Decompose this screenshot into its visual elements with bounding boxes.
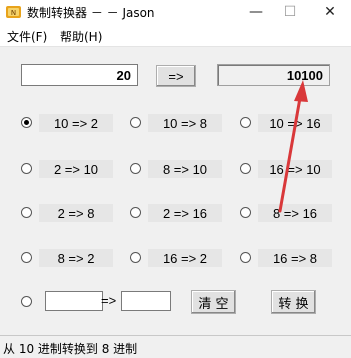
option-radio[interactable] — [130, 207, 141, 218]
option-label: 16 => 2 — [148, 249, 222, 267]
option-radio[interactable] — [240, 117, 251, 128]
option-label: 8 => 10 — [148, 160, 222, 178]
option-label: 10 => 8 — [148, 114, 222, 132]
option-radio[interactable] — [240, 207, 251, 218]
conversion-option[interactable]: 2 => 10 — [21, 158, 116, 180]
minimize-button[interactable]: — — [237, 0, 275, 24]
option-radio[interactable] — [130, 117, 141, 128]
option-label: 16 => 10 — [258, 160, 332, 178]
custom-arrow-label: => — [101, 293, 117, 308]
output-number-field: 10100 — [217, 64, 330, 86]
option-radio[interactable] — [21, 207, 32, 218]
convert-arrow-button[interactable]: => — [156, 65, 196, 87]
conversion-option[interactable]: 16 => 10 — [240, 158, 335, 180]
title-bar: N 数制转换器 － － Jason — ☐ ✕ — [0, 0, 351, 24]
custom-from-field[interactable] — [45, 291, 103, 311]
menu-help[interactable]: 帮助(H) — [60, 28, 102, 45]
maximize-icon: ☐ — [283, 4, 297, 20]
maximize-button[interactable]: ☐ — [271, 0, 309, 24]
option-label: 2 => 16 — [148, 204, 222, 222]
custom-radio-option[interactable] — [21, 291, 35, 313]
option-label: 16 => 8 — [258, 249, 332, 267]
option-label: 2 => 10 — [39, 160, 113, 178]
app-icon: N — [6, 6, 21, 18]
convert-button[interactable]: 转 换 — [271, 290, 316, 314]
option-radio[interactable] — [21, 252, 32, 263]
close-icon: ✕ — [324, 4, 336, 20]
option-label: 10 => 2 — [39, 114, 113, 132]
svg-text:N: N — [11, 9, 16, 17]
conversion-option[interactable]: 16 => 2 — [130, 247, 225, 269]
option-radio[interactable] — [130, 252, 141, 263]
option-radio[interactable] — [21, 163, 32, 174]
conversion-option[interactable]: 8 => 16 — [240, 202, 335, 224]
conversion-option[interactable]: 8 => 2 — [21, 247, 116, 269]
status-text: 从 10 进制转换到 8 进制 — [3, 342, 138, 356]
option-radio[interactable] — [130, 163, 141, 174]
conversion-option[interactable]: 10 => 8 — [130, 112, 225, 134]
option-radio[interactable] — [240, 163, 251, 174]
conversion-option[interactable]: 2 => 16 — [130, 202, 225, 224]
conversion-option[interactable]: 10 => 16 — [240, 112, 335, 134]
menu-file[interactable]: 文件(F) — [7, 28, 47, 45]
custom-radio[interactable] — [21, 296, 32, 307]
conversion-option[interactable]: 8 => 10 — [130, 158, 225, 180]
window-title: 数制转换器 － － Jason — [27, 6, 155, 20]
conversion-option[interactable]: 10 => 2 — [21, 112, 116, 134]
custom-to-field[interactable] — [121, 291, 171, 311]
input-number-field[interactable]: 20 — [21, 64, 138, 86]
option-label: 8 => 16 — [258, 204, 332, 222]
conversion-option[interactable]: 2 => 8 — [21, 202, 116, 224]
option-label: 10 => 16 — [258, 114, 332, 132]
conversion-option[interactable]: 16 => 8 — [240, 247, 335, 269]
minimize-icon: — — [249, 4, 263, 20]
option-label: 8 => 2 — [39, 249, 113, 267]
menu-bar: 文件(F) 帮助(H) — [0, 24, 351, 47]
status-bar: 从 10 进制转换到 8 进制 — [0, 335, 351, 358]
option-label: 2 => 8 — [39, 204, 113, 222]
close-button[interactable]: ✕ — [311, 0, 349, 24]
option-radio[interactable] — [240, 252, 251, 263]
option-radio[interactable] — [21, 117, 32, 128]
clear-button[interactable]: 清 空 — [191, 290, 236, 314]
